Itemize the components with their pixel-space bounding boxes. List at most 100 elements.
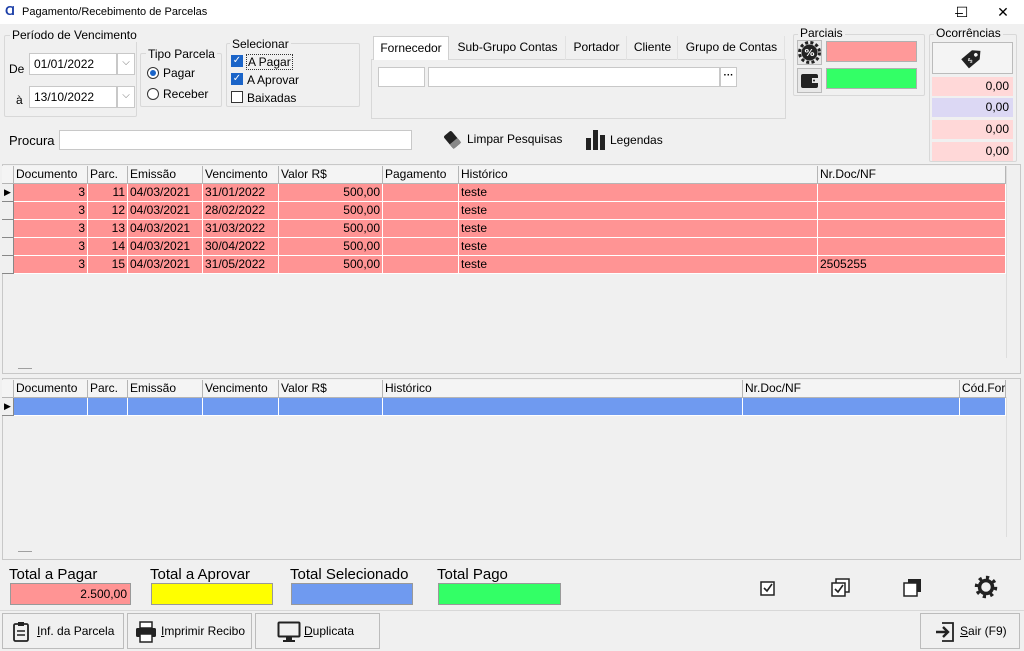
column-header[interactable]: Histórico [383, 380, 743, 398]
column-header[interactable]: Parc. [88, 166, 128, 184]
column-header[interactable]: Emissão [128, 380, 203, 398]
legendas-button[interactable]: Legendas [582, 125, 672, 153]
table-cell[interactable]: teste [459, 184, 818, 202]
table-cell[interactable] [818, 220, 1006, 238]
table-cell[interactable] [383, 184, 459, 202]
table-cell[interactable]: 28/02/2022 [203, 202, 279, 220]
table-cell[interactable] [88, 398, 128, 416]
table-cell[interactable] [818, 202, 1006, 220]
row-indicator[interactable]: ▶ [2, 398, 14, 416]
tab-portador[interactable]: Portador [567, 36, 627, 60]
tag-icon-button[interactable]: $ [932, 42, 1013, 74]
table-cell[interactable] [203, 398, 279, 416]
column-header[interactable]: Nr.Doc/NF [743, 380, 960, 398]
wallet-icon[interactable] [797, 68, 822, 93]
selecionadas-grid-scrollbar[interactable] [1006, 397, 1020, 537]
table-cell[interactable]: 500,00 [279, 238, 383, 256]
column-header[interactable]: Vencimento [203, 166, 279, 184]
row-indicator[interactable]: ▶ [2, 184, 14, 202]
fornecedor-name-field[interactable] [428, 67, 720, 87]
check-all-icon[interactable] [830, 577, 852, 599]
table-cell[interactable] [383, 398, 743, 416]
duplicata-button[interactable]: Duplicata [255, 613, 380, 649]
procura-input[interactable] [59, 130, 412, 150]
table-cell[interactable] [279, 398, 383, 416]
table-cell[interactable] [128, 398, 203, 416]
table-cell[interactable] [383, 202, 459, 220]
table-cell[interactable] [383, 256, 459, 274]
table-cell[interactable] [743, 398, 960, 416]
table-cell[interactable]: teste [459, 256, 818, 274]
table-cell[interactable] [14, 398, 88, 416]
row-indicator[interactable] [2, 256, 14, 274]
fornecedor-ellipsis-button[interactable]: ··· [720, 67, 737, 87]
maximize-button[interactable]: ☐ [945, 0, 979, 24]
table-cell[interactable]: 04/03/2021 [128, 184, 203, 202]
table-cell[interactable]: 500,00 [279, 256, 383, 274]
table-cell[interactable] [960, 398, 1006, 416]
tab-cliente[interactable]: Cliente [628, 36, 678, 60]
row-indicator[interactable] [2, 220, 14, 238]
percent-gear-icon[interactable]: % [797, 40, 822, 65]
table-cell[interactable]: 3 [14, 202, 88, 220]
receber-radio[interactable] [147, 88, 159, 100]
check-box-icon[interactable] [759, 579, 777, 597]
pagar-radio[interactable] [147, 67, 159, 79]
column-header[interactable]: Pagamento [383, 166, 459, 184]
a-date-field[interactable]: 13/10/2022 [29, 86, 117, 108]
grid2-splitter[interactable] [18, 551, 32, 553]
table-cell[interactable] [383, 220, 459, 238]
a-pagar-checkbox[interactable]: ✓ [231, 55, 243, 67]
grid1-splitter[interactable] [18, 368, 32, 370]
table-cell[interactable]: teste [459, 238, 818, 256]
table-cell[interactable]: 3 [14, 256, 88, 274]
close-button[interactable]: ✕ [986, 0, 1020, 24]
row-indicator[interactable] [2, 202, 14, 220]
tab-fornecedor[interactable]: Fornecedor [373, 36, 449, 60]
sair-button[interactable]: Sair (F9) [920, 613, 1020, 649]
column-header[interactable]: Valor R$ [279, 380, 383, 398]
column-header[interactable]: Histórico [459, 166, 818, 184]
table-cell[interactable]: 31/05/2022 [203, 256, 279, 274]
row-indicator[interactable] [2, 238, 14, 256]
table-cell[interactable]: 12 [88, 202, 128, 220]
table-cell[interactable]: 500,00 [279, 184, 383, 202]
tab-sub-grupo-contas[interactable]: Sub-Grupo Contas [450, 36, 566, 60]
de-dropdown-button[interactable]: ⌵ [117, 53, 135, 75]
column-header[interactable]: Documento [14, 166, 88, 184]
inf-parcela-button[interactable]: Inf. da Parcela [2, 613, 124, 649]
table-cell[interactable]: 04/03/2021 [128, 202, 203, 220]
table-cell[interactable]: 500,00 [279, 220, 383, 238]
table-cell[interactable]: 30/04/2022 [203, 238, 279, 256]
table-cell[interactable]: 15 [88, 256, 128, 274]
table-cell[interactable]: 2505255 [818, 256, 1006, 274]
table-cell[interactable]: 31/01/2022 [203, 184, 279, 202]
table-cell[interactable] [818, 184, 1006, 202]
column-header[interactable]: Documento [14, 380, 88, 398]
table-cell[interactable]: 14 [88, 238, 128, 256]
column-header[interactable]: Nr.Doc/NF [818, 166, 1006, 184]
column-header[interactable]: Valor R$ [279, 166, 383, 184]
table-cell[interactable]: 3 [14, 184, 88, 202]
column-header[interactable]: Vencimento [203, 380, 279, 398]
table-cell[interactable]: 04/03/2021 [128, 256, 203, 274]
table-cell[interactable] [383, 238, 459, 256]
table-cell[interactable]: 500,00 [279, 202, 383, 220]
parcelas-grid-scrollbar[interactable] [1006, 166, 1020, 358]
a-dropdown-button[interactable]: ⌵ [117, 86, 135, 108]
table-cell[interactable]: 11 [88, 184, 128, 202]
tab-grupo-de-contas[interactable]: Grupo de Contas [679, 36, 785, 60]
limpar-pesquisas-button[interactable]: Limpar Pesquisas [440, 127, 570, 151]
imprimir-recibo-button[interactable]: Imprimir Recibo [127, 613, 252, 649]
gear-icon[interactable] [974, 575, 998, 599]
table-cell[interactable]: 3 [14, 238, 88, 256]
table-cell[interactable]: teste [459, 220, 818, 238]
column-header[interactable]: Parc. [88, 380, 128, 398]
table-cell[interactable]: 3 [14, 220, 88, 238]
column-header[interactable]: Emissão [128, 166, 203, 184]
table-cell[interactable]: 04/03/2021 [128, 238, 203, 256]
a-aprovar-checkbox[interactable]: ✓ [231, 73, 243, 85]
table-cell[interactable]: 04/03/2021 [128, 220, 203, 238]
baixadas-checkbox[interactable] [231, 91, 243, 103]
table-cell[interactable]: 13 [88, 220, 128, 238]
